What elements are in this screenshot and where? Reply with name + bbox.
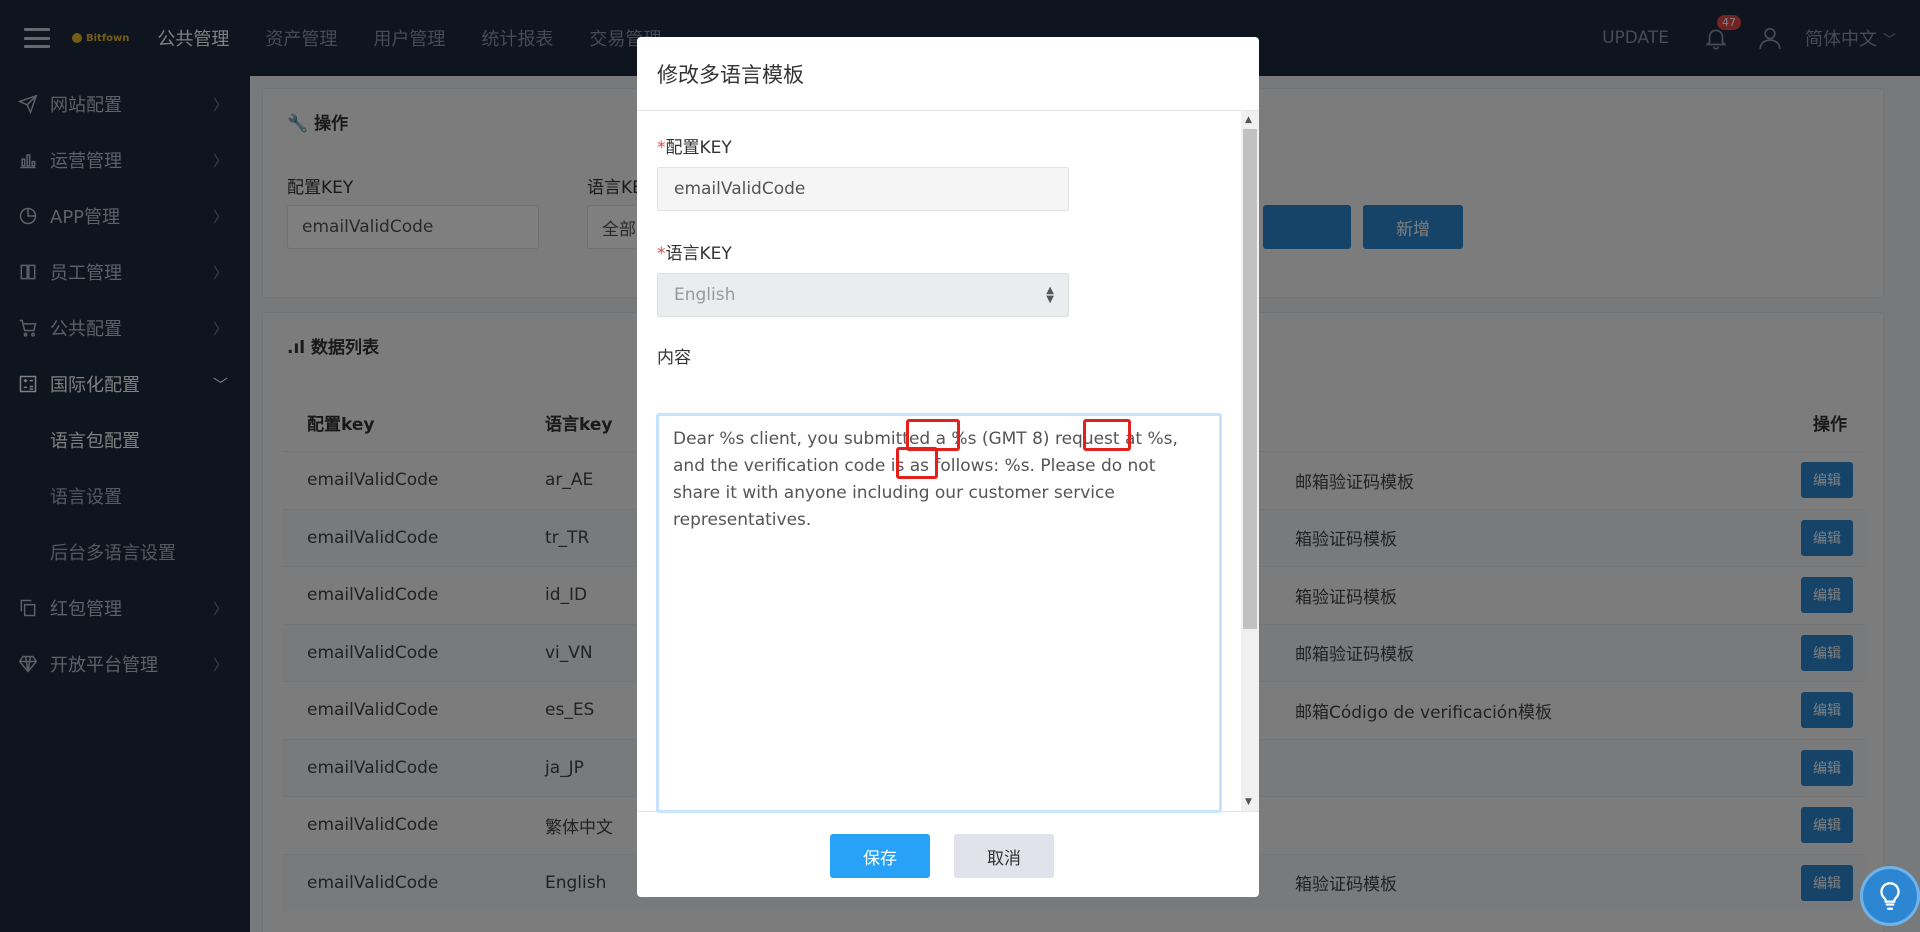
scroll-up-icon[interactable]: ▲ (1245, 115, 1252, 125)
required-mark: * (657, 138, 666, 158)
save-button[interactable]: 保存 (830, 834, 930, 878)
edit-template-modal: 修改多语言模板 *配置KEY emailValidCode *语言KEY Eng… (637, 37, 1259, 897)
modal-content-textarea[interactable]: Dear %s client, you submitted a %s (GMT … (656, 413, 1222, 813)
highlight-box (1083, 419, 1131, 451)
modal-config-key-label: *配置KEY (657, 133, 732, 158)
modal-config-key-label-text: 配置KEY (665, 138, 732, 158)
scroll-thumb[interactable] (1243, 129, 1257, 629)
modal-lang-key-select[interactable]: English ▲ ▼ (657, 273, 1069, 317)
modal-lang-key-value: English (674, 285, 736, 305)
highlight-box (896, 447, 938, 479)
modal-scrollbar[interactable]: ▲ ▼ (1241, 111, 1259, 811)
cancel-button[interactable]: 取消 (954, 834, 1054, 878)
modal-title: 修改多语言模板 (637, 37, 1259, 111)
modal-lang-key-label-text: 语言KEY (665, 244, 732, 264)
scroll-down-icon[interactable]: ▼ (1245, 797, 1252, 807)
modal-config-key-input[interactable]: emailValidCode (657, 167, 1069, 211)
modal-content-label: 内容 (657, 348, 691, 368)
lightbulb-icon[interactable] (1860, 866, 1920, 926)
modal-lang-key-label: *语言KEY (657, 239, 732, 264)
modal-footer: 保存 取消 (637, 811, 1259, 897)
modal-body: *配置KEY emailValidCode *语言KEY English ▲ ▼ … (637, 111, 1259, 813)
select-caret-icon: ▲ ▼ (1046, 285, 1054, 305)
required-mark: * (657, 244, 666, 264)
